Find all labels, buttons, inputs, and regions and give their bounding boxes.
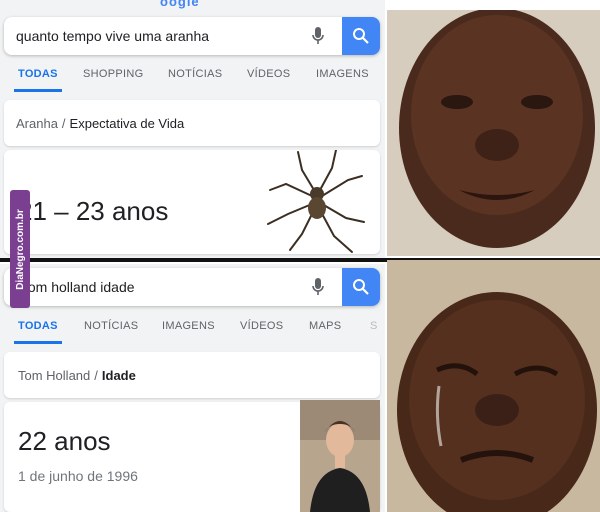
birthdate-text: 1 de junho de 1996 (18, 468, 138, 484)
tab-videos[interactable]: VÍDEOS (247, 68, 290, 80)
breadcrumb-topic: Idade (101, 368, 136, 383)
breadcrumb-parent[interactable]: Tom Holland (18, 368, 90, 383)
search-panel-top: oogle quanto tempo vive uma aranha TODAS… (0, 0, 385, 258)
answer-value: 22 anos (18, 426, 111, 456)
answer-card: 21 – 23 anos (4, 150, 380, 254)
search-button[interactable] (342, 17, 380, 55)
person-photo[interactable] (300, 400, 380, 512)
breadcrumb-parent[interactable]: Aranha (16, 116, 58, 131)
breadcrumb-separator: / (61, 116, 66, 131)
breadcrumb-separator: / (94, 368, 98, 383)
search-tabs: TODAS NOTÍCIAS IMAGENS VÍDEOS MAPS S (0, 310, 385, 344)
search-input[interactable]: quanto tempo vive uma aranha (4, 28, 308, 44)
tab-videos[interactable]: VÍDEOS (240, 320, 283, 332)
watermark-text: DiaNegro.com.br (14, 208, 26, 290)
search-icon (353, 28, 369, 44)
spider-image (267, 150, 365, 253)
tab-todas[interactable]: TODAS (18, 68, 58, 80)
tab-noticias[interactable]: NOTÍCIAS (168, 68, 222, 80)
google-logo-fragment: oogle (160, 0, 200, 9)
breadcrumb-card: Tom Holland / Idade (4, 352, 380, 398)
search-bar[interactable]: tom holland idade (4, 268, 380, 306)
tab-imagens[interactable]: IMAGENS (316, 68, 369, 80)
search-icon (353, 279, 369, 295)
active-tab-indicator (14, 341, 62, 344)
search-input[interactable]: tom holland idade (4, 279, 308, 295)
reaction-photo-bottom (387, 260, 600, 512)
microphone-icon[interactable] (308, 26, 328, 46)
answer-card: 22 anos 1 de junho de 1996 (4, 400, 380, 512)
microphone-icon[interactable] (308, 277, 328, 297)
answer-value: 21 – 23 anos (18, 196, 169, 226)
breadcrumb-topic: Expectativa de Vida (69, 116, 185, 131)
reaction-photo-top (387, 10, 600, 256)
tab-maps[interactable]: MAPS (309, 320, 341, 332)
search-panel-bottom: tom holland idade TODAS NOTÍCIAS IMAGENS… (0, 264, 385, 512)
tab-noticias[interactable]: NOTÍCIAS (84, 320, 138, 332)
tab-imagens[interactable]: IMAGENS (162, 320, 215, 332)
breadcrumb: Aranha / Expectativa de Vida (16, 116, 184, 131)
search-bar[interactable]: quanto tempo vive uma aranha (4, 17, 380, 55)
search-tabs: TODAS SHOPPING NOTÍCIAS VÍDEOS IMAGENS (0, 58, 385, 92)
search-button[interactable] (342, 268, 380, 306)
tab-shopping[interactable]: SHOPPING (83, 68, 143, 80)
tab-overflow[interactable]: S (370, 320, 378, 332)
tab-todas[interactable]: TODAS (18, 320, 58, 332)
breadcrumb-card: Aranha / Expectativa de Vida (4, 100, 380, 146)
breadcrumb: Tom Holland / Idade (18, 368, 136, 383)
active-tab-indicator (14, 89, 62, 92)
watermark-badge: DiaNegro.com.br (10, 190, 30, 308)
